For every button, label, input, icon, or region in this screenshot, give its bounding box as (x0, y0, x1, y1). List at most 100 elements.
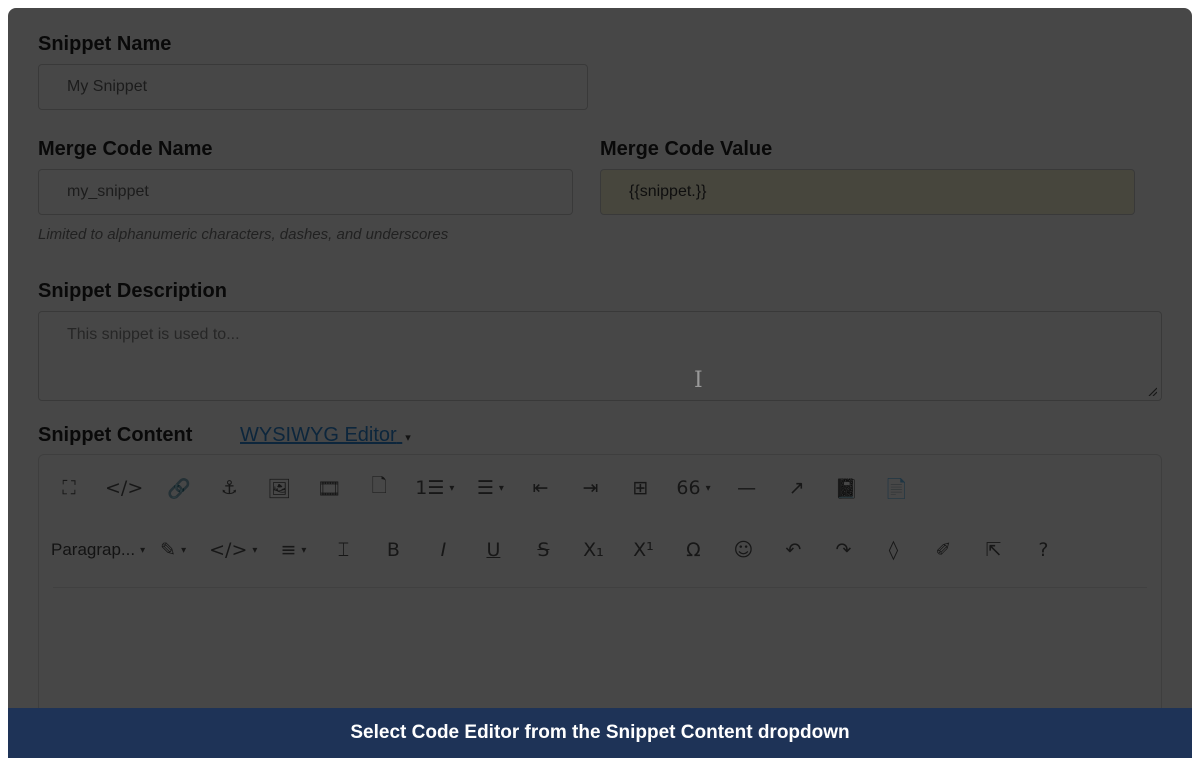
blockquote-icon: 66 (676, 477, 701, 499)
format-painter-button[interactable]: ⌶ (329, 532, 357, 568)
media-button[interactable]: 🎞 (315, 470, 343, 506)
color-drop-icon: ◊ (888, 539, 899, 561)
document-button[interactable]: 📄 (883, 470, 911, 506)
editor-mode-label: WYSIWYG Editor (240, 424, 397, 446)
align-icon: ≡ (280, 539, 297, 561)
source-code-button[interactable]: </> (105, 470, 143, 506)
tutorial-instruction-text: Select Code Editor from the Snippet Cont… (350, 722, 850, 743)
emoji-icon: ☺ (733, 539, 754, 561)
text-cursor-icon: I (694, 368, 703, 393)
snippet-content-label: Snippet Content (38, 424, 193, 446)
select-cursor-button[interactable]: ⇱ (979, 532, 1007, 568)
special-char-icon: Ω (686, 539, 701, 561)
brush-button[interactable]: ✐ (929, 532, 957, 568)
snippet-description-label: Snippet Description (38, 280, 227, 302)
merge-code-name-input[interactable]: my_snippet (38, 169, 573, 215)
highlight-icon: ✎ (160, 539, 177, 561)
numbered-list-icon: 1☰ (415, 477, 445, 499)
special-char-button[interactable]: Ω (679, 532, 707, 568)
document-icon: 📄 (884, 477, 909, 500)
resize-grip-icon[interactable] (1147, 386, 1157, 396)
subscript-icon: X₁ (583, 539, 604, 561)
template-icon: 🗋 (371, 475, 387, 497)
table-button[interactable]: ⊞ (626, 470, 654, 506)
link-button[interactable]: 🔗 (165, 470, 193, 506)
fullscreen-button[interactable]: ⛶ (55, 470, 83, 506)
merge-code-name-label: Merge Code Name (38, 138, 213, 160)
editor-mode-dropdown[interactable]: WYSIWYG Editor ▾ (240, 424, 411, 447)
select-cursor-icon: ⇱ (985, 539, 1002, 561)
undo-icon: ↶ (785, 539, 802, 561)
link-icon: 🔗 (167, 477, 192, 500)
subscript-button[interactable]: X₁ (579, 532, 607, 568)
image-button[interactable]: 🖼 (265, 470, 293, 506)
fullscreen-icon: ⛶ (62, 477, 76, 499)
emoji-button[interactable]: ☺ (729, 532, 757, 568)
anchor-button[interactable]: ⚓ (215, 470, 243, 506)
toolbar-row-2: Paragrap... ▾ ✎ ▾ </> ▾ ≡ ▾ ⌶ B I U S X₁ X¹ Ω ☺ ↶ ↷ ◊ ✐ ⇱? (39, 525, 1161, 575)
redo-button[interactable]: ↷ (829, 532, 857, 568)
media-icon: 🎞 (317, 477, 342, 500)
template-button[interactable]: 🗋 (365, 470, 393, 506)
indent-button[interactable]: ⇥ (576, 470, 604, 506)
code-button[interactable]: </> ▾ (209, 532, 257, 568)
underline-button[interactable]: U (479, 532, 507, 568)
align-button[interactable]: ≡ ▾ (279, 532, 307, 568)
format-painter-icon: ⌶ (337, 539, 350, 561)
chevron-down-icon: ▾ (252, 544, 258, 556)
code-icon: </> (209, 539, 248, 561)
snippet-description-placeholder: This snippet is used to... (67, 326, 240, 343)
italic-button[interactable]: I (429, 532, 457, 568)
bold-icon: B (386, 539, 400, 561)
italic-icon: I (440, 539, 447, 561)
highlight-button[interactable]: ✎ ▾ (159, 532, 187, 568)
anchor-icon: ⚓ (220, 477, 238, 499)
table-icon: ⊞ (632, 477, 649, 499)
paragraph-format-dropdown[interactable]: Paragrap... ▾ (51, 532, 145, 568)
help-icon: ? (1038, 539, 1049, 561)
superscript-icon: X¹ (633, 539, 654, 561)
chevron-down-icon: ▾ (498, 482, 504, 494)
snippet-name-input[interactable]: My Snippet (38, 64, 588, 110)
chevron-down-icon: ▾ (405, 432, 411, 444)
snippet-form: Snippet Name My Snippet Merge Code Name … (8, 8, 1192, 758)
chevron-down-icon: ▾ (705, 482, 711, 494)
snippet-form-frame: Snippet Name My Snippet Merge Code Name … (8, 8, 1192, 758)
bullet-list-icon: ☰ (476, 477, 494, 499)
merge-code-value-label: Merge Code Value (600, 138, 773, 160)
brush-icon: ✐ (935, 539, 952, 561)
bullet-list-button[interactable]: ☰ ▾ (476, 470, 504, 506)
source-code-icon: </> (105, 477, 144, 499)
merge-code-name-help: Limited to alphanumeric characters, dash… (38, 226, 449, 243)
chevron-down-icon: ▾ (301, 544, 307, 556)
chevron-down-icon: ▾ (140, 544, 146, 556)
outdent-icon: ⇤ (532, 477, 549, 499)
numbered-list-button[interactable]: 1☰ ▾ (415, 470, 454, 506)
bold-button[interactable]: B (379, 532, 407, 568)
redo-icon: ↷ (835, 539, 852, 561)
chevron-down-icon: ▾ (449, 482, 455, 494)
superscript-button[interactable]: X¹ (629, 532, 657, 568)
strikethrough-icon: S (537, 539, 550, 561)
paragraph-format-label: Paragrap... (51, 540, 136, 559)
external-link-button[interactable]: ↗ (783, 470, 811, 506)
external-link-icon: ↗ (788, 477, 805, 499)
underline-icon: U (486, 539, 501, 561)
chevron-down-icon: ▾ (181, 544, 187, 556)
horizontal-rule-icon: — (737, 477, 757, 499)
merge-code-value-field[interactable]: {{snippet.}} (600, 169, 1135, 215)
horizontal-rule-button[interactable]: — (733, 470, 761, 506)
toolbar-row-1: ⛶ </> 🔗 ⚓ 🖼 🎞 🗋 1☰ ▾ ☰ ▾ ⇤ ⇥ ⊞ 66 ▾ — ↗ 📓 📄 (39, 463, 1161, 513)
blockquote-button[interactable]: 66 ▾ (676, 470, 710, 506)
image-icon: 🖼 (267, 477, 292, 500)
help-button[interactable]: ? (1029, 532, 1057, 568)
undo-button[interactable]: ↶ (779, 532, 807, 568)
snippet-name-label: Snippet Name (38, 33, 172, 55)
tutorial-instruction-banner: Select Code Editor from the Snippet Cont… (8, 708, 1192, 758)
snippet-description-textarea[interactable]: This snippet is used to... (38, 311, 1162, 401)
book-icon: 📓 (834, 477, 859, 500)
book-button[interactable]: 📓 (833, 470, 861, 506)
strikethrough-button[interactable]: S (529, 532, 557, 568)
outdent-button[interactable]: ⇤ (526, 470, 554, 506)
color-drop-button[interactable]: ◊ (879, 532, 907, 568)
